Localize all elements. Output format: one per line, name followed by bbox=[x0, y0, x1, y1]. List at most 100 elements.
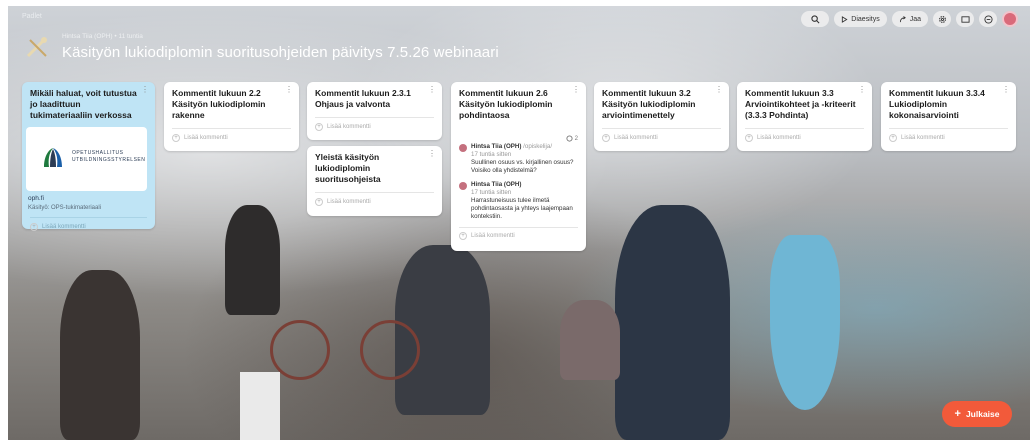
layout-icon bbox=[960, 15, 970, 23]
breadcrumb[interactable]: Hintsa Tiia (OPH) • 11 tuntia bbox=[62, 33, 143, 40]
plus-icon: + bbox=[30, 223, 38, 231]
oph-logo-icon bbox=[44, 148, 62, 167]
publish-button[interactable]: + Julkaise bbox=[942, 401, 1012, 427]
plus-icon: + bbox=[315, 198, 323, 206]
post-card-2-3-1[interactable]: Kommentit lukuun 2.3.1 Ohjaus ja valvont… bbox=[307, 82, 442, 140]
comment-text: Harrastuneisuus tulee ilmetä pohdintaosa… bbox=[471, 197, 573, 220]
comment-time: 17 tuntia sitten bbox=[471, 151, 512, 158]
link-org-line1: OPETUSHALLITUS bbox=[72, 150, 124, 156]
share-button[interactable]: Jaa bbox=[891, 11, 928, 27]
add-comment-button[interactable]: + Lisää kommentti bbox=[594, 134, 729, 142]
card-title: Kommentit lukuun 3.3 Arviointikohteet ja… bbox=[745, 88, 856, 120]
plus-icon: + bbox=[315, 123, 323, 131]
card-menu-icon[interactable]: ⋮ bbox=[715, 86, 723, 94]
add-comment-label: Lisää kommentti bbox=[327, 124, 371, 130]
slideshow-label: Diaesitys bbox=[851, 15, 880, 23]
divider bbox=[889, 128, 1008, 129]
link-domain[interactable]: oph.fi bbox=[22, 191, 155, 202]
post-card-3-3[interactable]: Kommentit lukuun 3.3 Arviointikohteet ja… bbox=[737, 82, 872, 151]
search-button[interactable] bbox=[801, 11, 830, 27]
card-title: Kommentit lukuun 2.6 Käsityön lukiodiplo… bbox=[459, 88, 553, 120]
card-menu-icon[interactable]: ⋮ bbox=[141, 86, 149, 94]
divider bbox=[172, 128, 291, 129]
card-menu-icon[interactable]: ⋮ bbox=[428, 86, 436, 94]
add-comment-button[interactable]: + Lisää kommentti bbox=[22, 223, 155, 231]
link-description: Käsityö: OPS-tukimateriaali bbox=[28, 205, 102, 211]
search-icon bbox=[811, 14, 820, 23]
add-comment-button[interactable]: + Lisää kommentti bbox=[451, 232, 586, 240]
app-name: Padlet bbox=[22, 13, 42, 20]
card-title: Kommentit lukuun 3.2 Käsityön lukiodiplo… bbox=[602, 88, 696, 120]
card-menu-icon[interactable]: ⋮ bbox=[858, 86, 866, 94]
add-comment-button[interactable]: + Lisää kommentti bbox=[307, 123, 442, 131]
card-menu-icon[interactable]: ⋮ bbox=[428, 150, 436, 158]
link-preview[interactable]: OPETUSHALLITUS UTBILDNINGSSTYRELSEN bbox=[26, 127, 147, 191]
card-title: Yleistä käsityön lukiodiplomin suorituso… bbox=[315, 152, 381, 184]
add-comment-label: Lisää kommentti bbox=[757, 135, 801, 141]
comment-count: 2 bbox=[566, 135, 578, 142]
plus-icon: + bbox=[745, 134, 753, 142]
add-comment-button[interactable]: + Lisää kommentti bbox=[881, 134, 1016, 142]
add-comment-label: Lisää kommentti bbox=[614, 135, 658, 141]
plus-icon: + bbox=[889, 134, 897, 142]
play-icon bbox=[842, 15, 848, 23]
post-card-intro[interactable]: Mikäli haluat, voit tutustua jo laadittu… bbox=[22, 82, 155, 231]
plus-icon: + bbox=[459, 232, 467, 240]
share-label: Jaa bbox=[909, 15, 921, 23]
card-menu-icon[interactable]: ⋮ bbox=[1002, 86, 1010, 94]
plus-icon: + bbox=[602, 134, 610, 142]
divider bbox=[315, 117, 434, 118]
add-comment-label: Lisää kommentti bbox=[184, 135, 228, 141]
commenter-avatar bbox=[459, 144, 467, 152]
post-card-2-2[interactable]: Kommentit lukuun 2.2 Käsityön lukiodiplo… bbox=[164, 82, 299, 151]
more-icon bbox=[983, 14, 993, 24]
comment-icon bbox=[566, 135, 573, 142]
card-title: Kommentit lukuun 2.3.1 Ohjaus ja valvont… bbox=[315, 88, 411, 109]
card-title: Kommentit lukuun 3.3.4 Lukiodiplomin kok… bbox=[889, 88, 985, 120]
add-comment-label: Lisää kommentti bbox=[471, 233, 515, 239]
commenter-name: Hintsa Tiia (OPH) bbox=[471, 181, 522, 188]
divider bbox=[315, 192, 434, 193]
comment-item: Hintsa Tiia (OPH) /opiskelija/ 17 tuntia… bbox=[451, 143, 586, 175]
card-title: Kommentit lukuun 2.2 Käsityön lukiodiplo… bbox=[172, 88, 266, 120]
padlet-board-icon bbox=[22, 34, 52, 62]
user-avatar[interactable] bbox=[1002, 11, 1018, 27]
commenter-avatar bbox=[459, 182, 467, 190]
card-menu-icon[interactable]: ⋮ bbox=[285, 86, 293, 94]
plus-icon: + bbox=[954, 408, 961, 420]
post-card-general[interactable]: Yleistä käsityön lukiodiplomin suorituso… bbox=[307, 146, 442, 216]
link-org-name: OPETUSHALLITUS UTBILDNINGSSTYRELSEN bbox=[72, 150, 145, 164]
toolbar: Diaesitys Jaa bbox=[801, 11, 1018, 27]
post-card-3-3-4[interactable]: Kommentit lukuun 3.3.4 Lukiodiplomin kok… bbox=[881, 82, 1016, 151]
add-comment-label: Lisää kommentti bbox=[327, 199, 371, 205]
comment-time: 17 tuntia sitten bbox=[471, 189, 512, 196]
more-button[interactable] bbox=[979, 11, 997, 27]
divider bbox=[745, 128, 864, 129]
publish-label: Julkaise bbox=[965, 409, 1000, 419]
comment-item: Hintsa Tiia (OPH) 17 tuntia sitten Harra… bbox=[451, 181, 586, 221]
card-menu-icon[interactable]: ⋮ bbox=[572, 86, 580, 94]
gear-icon bbox=[938, 15, 946, 23]
share-icon bbox=[899, 15, 906, 22]
slideshow-button[interactable]: Diaesitys bbox=[834, 11, 887, 27]
card-title: Mikäli haluat, voit tutustua jo laadittu… bbox=[30, 88, 137, 120]
comment-count-value: 2 bbox=[574, 135, 578, 142]
add-comment-button[interactable]: + Lisää kommentti bbox=[164, 134, 299, 142]
plus-icon: + bbox=[172, 134, 180, 142]
link-org-line2: UTBILDNINGSSTYRELSEN bbox=[72, 157, 146, 163]
comment-text: Suullinen osuus vs. kirjallinen osuus? V… bbox=[471, 159, 574, 174]
divider bbox=[30, 217, 147, 218]
layout-button[interactable] bbox=[956, 11, 974, 27]
add-comment-label: Lisää kommentti bbox=[901, 135, 945, 141]
post-card-3-2[interactable]: Kommentit lukuun 3.2 Käsityön lukiodiplo… bbox=[594, 82, 729, 151]
divider bbox=[459, 227, 578, 228]
divider bbox=[602, 128, 721, 129]
settings-button[interactable] bbox=[933, 11, 951, 27]
add-comment-button[interactable]: + Lisää kommentti bbox=[307, 198, 442, 206]
add-comment-label: Lisää kommentti bbox=[42, 224, 86, 230]
commenter-name: Hintsa Tiia (OPH) bbox=[471, 143, 522, 150]
page-title[interactable]: Käsityön lukiodiplomin suoritusohjeiden … bbox=[62, 44, 499, 61]
post-card-2-6[interactable]: Kommentit lukuun 2.6 Käsityön lukiodiplo… bbox=[451, 82, 586, 251]
commenter-role: /opiskelija/ bbox=[523, 143, 553, 150]
add-comment-button[interactable]: + Lisää kommentti bbox=[737, 134, 872, 142]
